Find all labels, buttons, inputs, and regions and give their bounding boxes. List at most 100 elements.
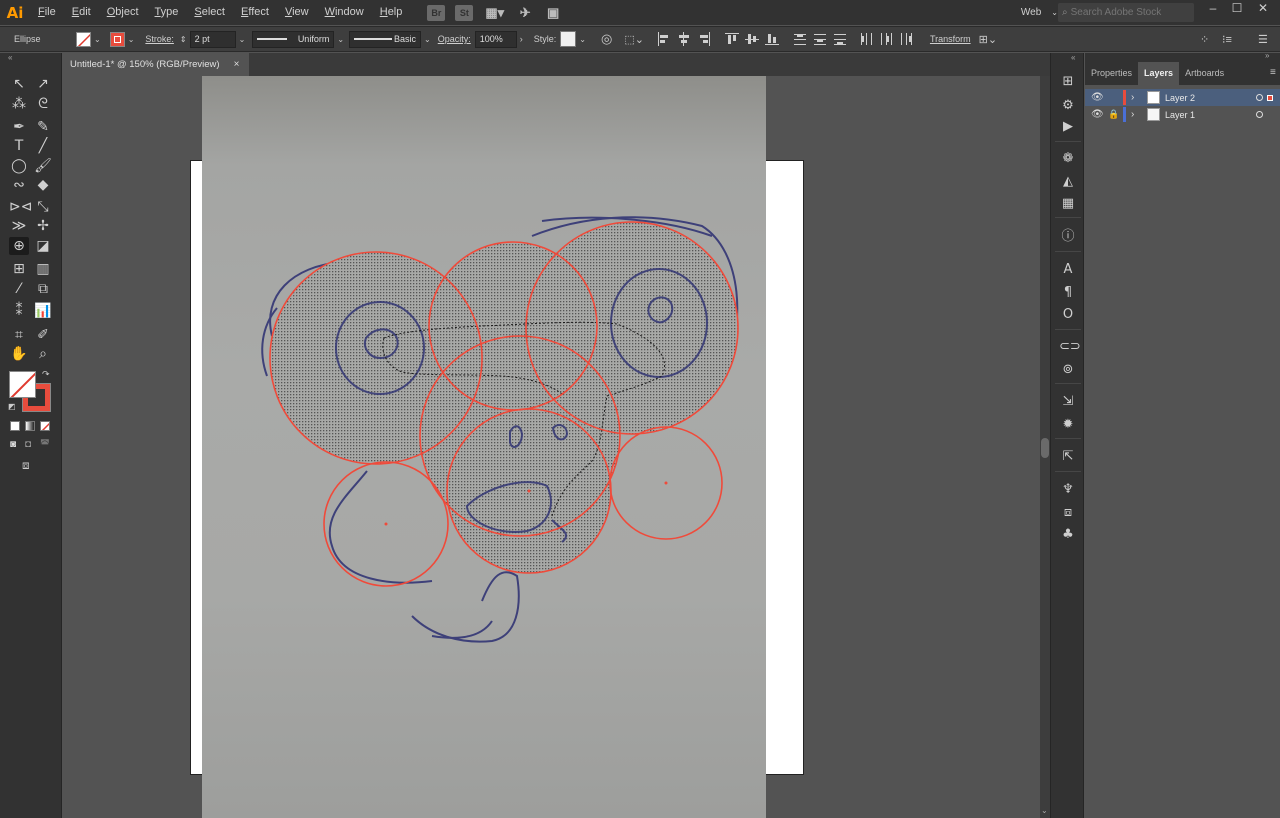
stroke-chevron-icon[interactable]: ⌄: [128, 35, 135, 44]
visibility-eye-icon[interactable]: 👁: [1091, 92, 1104, 103]
vertical-distribute-bottom-icon[interactable]: [833, 32, 847, 46]
tab-layers[interactable]: Layers: [1138, 62, 1180, 85]
shape-builder-icon[interactable]: ⊕: [9, 237, 29, 255]
blend-icon[interactable]: ⧉: [33, 280, 53, 298]
swatches-icon[interactable]: ▦: [1059, 195, 1077, 213]
shaper-icon[interactable]: ∾: [9, 176, 29, 194]
control-bar-menu-icon[interactable]: ☰: [1258, 33, 1268, 46]
draw-behind-icon[interactable]: ◘: [25, 439, 31, 450]
panel-options-icon[interactable]: ≡: [1270, 67, 1276, 78]
swap-fill-stroke-icon[interactable]: ↷: [42, 369, 50, 380]
brushes-icon[interactable]: ♆: [1059, 481, 1077, 499]
horizontal-align-left-icon[interactable]: [657, 32, 671, 46]
draw-normal-icon[interactable]: ◙: [10, 439, 16, 450]
stroke-weight-stepper-icon[interactable]: ⇕: [180, 35, 187, 44]
gpu-performance-icon[interactable]: ✈: [516, 5, 534, 21]
vertical-distribute-top-icon[interactable]: [793, 32, 807, 46]
minimize-icon[interactable]: –: [1201, 0, 1225, 20]
stroke-label[interactable]: Stroke:: [145, 34, 174, 44]
stroke-weight-field[interactable]: 2 pt: [189, 30, 236, 48]
tab-properties[interactable]: Properties: [1085, 62, 1138, 85]
stroke-swatch[interactable]: [109, 31, 125, 47]
fill-chevron-icon[interactable]: ⌄: [94, 35, 101, 44]
column-graph-icon[interactable]: 📊: [33, 302, 53, 320]
change-screen-mode-icon[interactable]: ⧈: [22, 458, 30, 473]
recolor-artwork-icon[interactable]: ◎: [601, 31, 612, 47]
menu-type[interactable]: Type: [147, 0, 187, 25]
workspace-switcher[interactable]: Web ⌄: [1021, 0, 1058, 25]
pathfinder-icon[interactable]: ⊚: [1059, 361, 1077, 379]
profile-chevron-icon[interactable]: ⌄: [337, 35, 344, 44]
links-icon[interactable]: ⊂⊃: [1059, 338, 1081, 356]
horizontal-distribute-center-icon[interactable]: [879, 32, 893, 46]
opacity-label[interactable]: Opacity:: [438, 34, 471, 44]
arrange-icon[interactable]: ⁘: [1200, 33, 1209, 46]
vertical-align-top-icon[interactable]: [724, 32, 739, 46]
curvature-icon[interactable]: ✎: [33, 118, 53, 136]
panel-menu-icon[interactable]: ⁝≡: [1222, 33, 1232, 46]
mesh-icon[interactable]: ⊞: [9, 260, 29, 278]
opacity-field[interactable]: 100%: [474, 30, 517, 48]
horizontal-align-center-icon[interactable]: [677, 32, 691, 46]
layer-name[interactable]: Layer 2: [1165, 93, 1195, 103]
magic-wand-icon[interactable]: ⁂: [9, 95, 29, 113]
lock-icon[interactable]: 🔒: [1108, 109, 1119, 120]
panel-collapse-icon[interactable]: «: [8, 53, 12, 62]
canvas-area[interactable]: [62, 76, 1040, 818]
graphic-styles-icon[interactable]: ◭: [1059, 173, 1077, 191]
hand-icon[interactable]: ✋: [9, 345, 29, 363]
layer-name[interactable]: Layer 1: [1165, 110, 1195, 120]
slice-icon[interactable]: ✐: [33, 326, 53, 344]
menu-select[interactable]: Select: [186, 0, 233, 25]
artwork-overlay[interactable]: [62, 76, 1040, 818]
horizontal-distribute-right-icon[interactable]: [899, 32, 913, 46]
document-tab[interactable]: Untitled-1* @ 150% (RGB/Preview) ×: [62, 53, 250, 76]
app-logo[interactable]: Ai: [0, 0, 30, 25]
artboard-icon[interactable]: ⌗: [9, 326, 29, 344]
properties-gear-icon[interactable]: ⚙: [1059, 97, 1077, 115]
vertical-align-bottom-icon[interactable]: [764, 32, 779, 46]
eyedropper-icon[interactable]: ⁄: [9, 280, 29, 298]
horizontal-distribute-left-icon[interactable]: [859, 32, 873, 46]
arrange-documents-icon[interactable]: ▦▾: [483, 5, 506, 21]
scroll-down-icon[interactable]: ⌄: [1041, 806, 1048, 815]
perspective-grid-icon[interactable]: ◪: [33, 237, 53, 255]
opacity-arrow-icon[interactable]: ›: [520, 34, 523, 44]
menu-file[interactable]: File: [30, 0, 64, 25]
selection-indicator[interactable]: [1267, 94, 1273, 101]
visibility-eye-icon[interactable]: 👁: [1091, 109, 1104, 120]
fill-swatch[interactable]: [76, 31, 91, 47]
libraries-icon[interactable]: ⊞: [1059, 73, 1077, 91]
gradient-icon[interactable]: ▥: [33, 260, 53, 278]
rotate-icon[interactable]: ⊳⊲: [9, 198, 32, 216]
horizontal-align-right-icon[interactable]: [697, 32, 711, 46]
scale-icon[interactable]: ⤡: [33, 198, 53, 216]
isolate-group-icon[interactable]: ⊞⌄: [979, 33, 997, 46]
brush-chevron-icon[interactable]: ⌄: [424, 35, 431, 44]
panel-expand-icon[interactable]: «: [1071, 53, 1075, 62]
symbols-icon[interactable]: ♣: [1059, 526, 1077, 544]
screen-mode-icon[interactable]: ▣: [544, 5, 562, 21]
line-icon[interactable]: ╱: [33, 137, 53, 155]
target-circle-icon[interactable]: [1256, 94, 1263, 101]
none-mode-icon[interactable]: [40, 421, 50, 431]
stock-button[interactable]: St: [455, 4, 474, 21]
layer-row[interactable]: 👁 🔒 › Layer 1: [1085, 106, 1280, 123]
appearance-icon[interactable]: ❁: [1059, 150, 1077, 168]
tab-artboards[interactable]: Artboards: [1179, 62, 1230, 85]
symbol-sprayer-icon[interactable]: ⁑: [9, 302, 29, 320]
target-circle-icon[interactable]: [1256, 111, 1263, 118]
direct-selection-tool-icon[interactable]: ↗: [33, 75, 53, 93]
search-input[interactable]: [1070, 7, 1189, 18]
maximize-icon[interactable]: ☐: [1225, 0, 1249, 20]
transform-icon[interactable]: ⧈: [1059, 504, 1077, 522]
puppet-warp-icon[interactable]: ✢: [33, 217, 53, 235]
stroke-weight-chevron-icon[interactable]: ⌄: [239, 35, 246, 44]
graphic-style-swatch[interactable]: [560, 31, 577, 47]
menu-window[interactable]: Window: [317, 0, 372, 25]
lasso-icon[interactable]: ᘓ: [33, 95, 53, 113]
paintbrush-icon[interactable]: 🖌: [33, 157, 53, 175]
vertical-align-center-icon[interactable]: [744, 32, 759, 46]
layer-row[interactable]: 👁 › Layer 2: [1085, 89, 1280, 106]
ellipse-icon[interactable]: ◯: [9, 157, 29, 175]
